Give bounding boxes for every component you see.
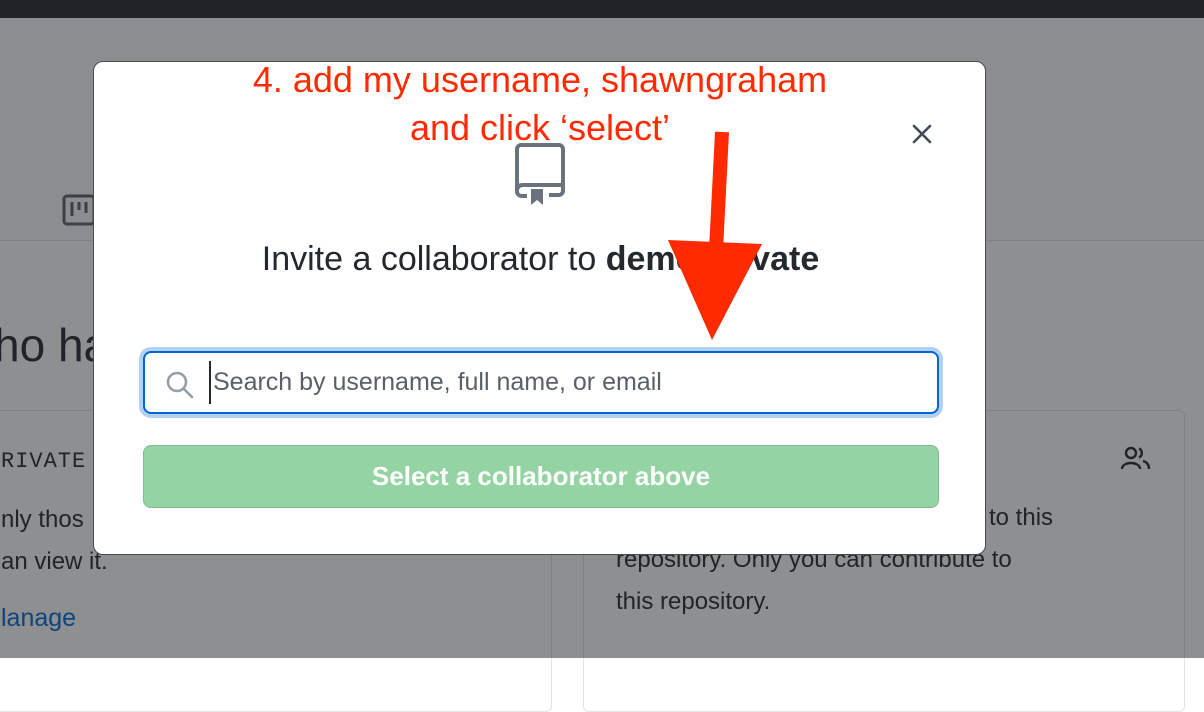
- arrow-shaft: [709, 131, 729, 251]
- arrow-head: [668, 240, 762, 340]
- annotation-arrow: [668, 131, 762, 340]
